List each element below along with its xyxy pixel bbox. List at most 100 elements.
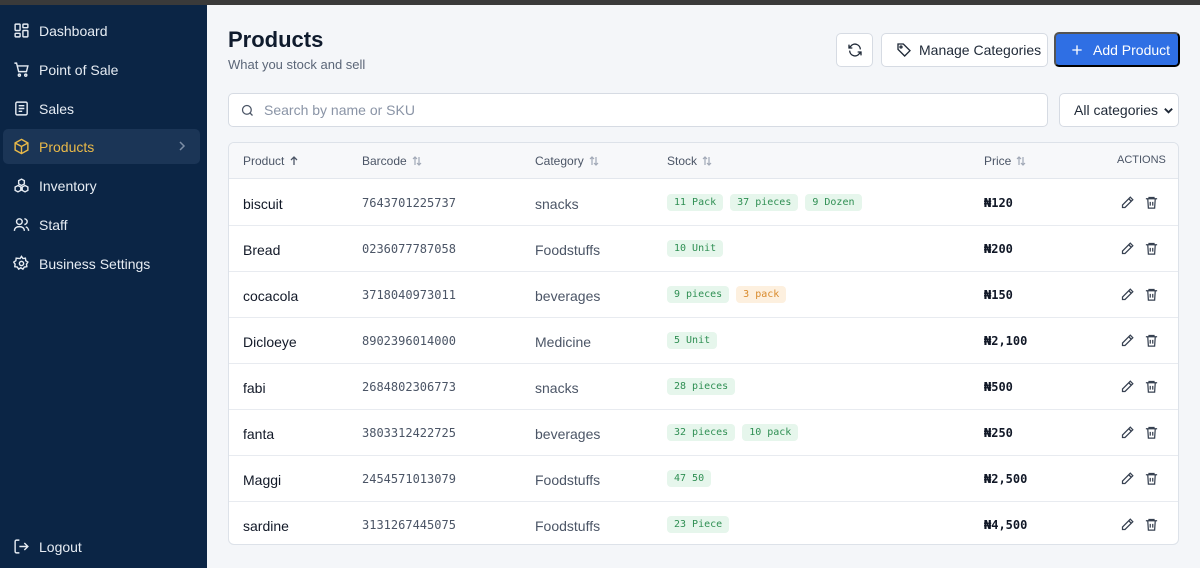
product-barcode: 8902396014000: [362, 334, 456, 348]
logout-button[interactable]: Logout: [3, 529, 200, 564]
table-row[interactable]: Dicloeye 8902396014000 Medicine 5 Unit ₦2,10…: [229, 318, 1178, 364]
product-category: beverages: [535, 426, 601, 442]
product-category: snacks: [535, 196, 579, 212]
product-name: Maggi: [243, 472, 282, 488]
sidebar-item-business-settings[interactable]: Business Settings: [3, 246, 200, 281]
sort-icon: [1016, 156, 1026, 166]
sidebar-item-label: Point of Sale: [39, 61, 119, 78]
sort-icon: [702, 156, 712, 166]
column-price-header[interactable]: Price: [984, 154, 1026, 168]
product-barcode: 2454571013079: [362, 472, 456, 486]
column-actions-header: ACTIONS: [1117, 154, 1166, 166]
product-category: Foodstuffs: [535, 472, 601, 488]
product-category: Foodstuffs: [535, 518, 601, 534]
stock-badge: 10 pack: [742, 424, 799, 441]
product-stock: 10 Unit: [667, 240, 730, 257]
table-row[interactable]: fanta 3803312422725 beverages 32 pieces 10 p…: [229, 410, 1178, 456]
table-row[interactable]: Maggi 2454571013079 Foodstuffs 47 50 ₦2,500: [229, 456, 1178, 502]
column-category-header[interactable]: Category: [535, 154, 599, 168]
stock-badge: 11 Pack: [667, 194, 724, 211]
sidebar-item-label: Sales: [39, 100, 75, 117]
edit-icon[interactable]: [1120, 425, 1135, 440]
product-price: ₦250: [984, 426, 1013, 440]
page-subtitle: What you stock and sell: [228, 57, 366, 72]
sidebar-item-point-of-sale[interactable]: Point of Sale: [3, 52, 200, 87]
product-name: fanta: [243, 426, 275, 442]
table-row[interactable]: sardine 3131267445075 Foodstuffs 23 Piece ₦4…: [229, 502, 1178, 544]
stock-badge: 10 Unit: [667, 240, 724, 257]
edit-icon[interactable]: [1120, 471, 1135, 486]
product-stock: 5 Unit: [667, 332, 724, 349]
category-filter-select[interactable]: All categories: [1059, 93, 1179, 127]
sort-icon: [589, 156, 599, 166]
stock-badge: 47 50: [667, 470, 712, 487]
product-barcode: 3803312422725: [362, 426, 456, 440]
sidebar-item-staff[interactable]: Staff: [3, 207, 200, 242]
column-stock-header[interactable]: Stock: [667, 154, 712, 168]
stock-badge: 37 pieces: [730, 194, 799, 211]
stock-badge: 28 pieces: [667, 378, 736, 395]
sidebar-item-label: Business Settings: [39, 255, 151, 272]
add-product-button[interactable]: Add Product: [1054, 32, 1180, 67]
product-barcode: 2684802306773: [362, 380, 456, 394]
delete-icon[interactable]: [1144, 379, 1159, 394]
edit-icon[interactable]: [1120, 241, 1135, 256]
stock-badge: 9 Dozen: [805, 194, 862, 211]
product-price: ₦2,500: [984, 472, 1028, 486]
refresh-icon: [847, 43, 862, 57]
plus-icon: [1072, 44, 1082, 55]
edit-icon[interactable]: [1120, 517, 1135, 532]
product-name: sardine: [243, 518, 289, 534]
delete-icon[interactable]: [1144, 195, 1159, 210]
sidebar-item-inventory[interactable]: Inventory: [3, 168, 200, 203]
delete-icon[interactable]: [1144, 425, 1159, 440]
column-product-header[interactable]: Product: [243, 154, 299, 168]
delete-icon[interactable]: [1144, 517, 1159, 532]
table-row[interactable]: fabi 2684802306773 snacks 28 pieces ₦500: [229, 364, 1178, 410]
edit-icon[interactable]: [1120, 287, 1135, 302]
tag-icon: [897, 43, 911, 57]
manage-categories-button[interactable]: Manage Categories: [881, 33, 1048, 67]
delete-icon[interactable]: [1144, 471, 1159, 486]
product-stock: 9 pieces 3 pack: [667, 286, 793, 303]
stock-badge: 3 pack: [736, 286, 787, 303]
product-name: fabi: [243, 380, 266, 396]
add-product-label: Add Product: [1093, 41, 1171, 58]
manage-categories-label: Manage Categories: [919, 42, 1042, 58]
boxes-icon: [3, 176, 39, 196]
table-row[interactable]: Bread 0236077787058 Foodstuffs 10 Unit ₦200: [229, 226, 1178, 272]
product-price: ₦200: [984, 242, 1013, 256]
product-stock: 11 Pack 37 pieces 9 Dozen: [667, 194, 869, 211]
logout-label: Logout: [39, 538, 82, 555]
delete-icon[interactable]: [1144, 241, 1159, 256]
edit-icon[interactable]: [1120, 195, 1135, 210]
table-row[interactable]: cocacola 3718040973011 beverages 9 pieces 3 …: [229, 272, 1178, 318]
delete-icon[interactable]: [1144, 333, 1159, 348]
delete-icon[interactable]: [1144, 287, 1159, 302]
product-category: snacks: [535, 380, 579, 396]
column-barcode-header[interactable]: Barcode: [362, 154, 422, 168]
sidebar-item-products[interactable]: Products: [3, 129, 200, 164]
product-name: Dicloeye: [243, 334, 297, 350]
sort-icon: [412, 156, 422, 166]
edit-icon[interactable]: [1120, 379, 1135, 394]
receipt-icon: [3, 99, 39, 119]
sidebar-item-label: Staff: [39, 216, 68, 233]
search-input[interactable]: [264, 102, 1024, 118]
table-row[interactable]: biscuit 7643701225737 snacks 11 Pack 37 piec…: [229, 180, 1178, 226]
edit-icon[interactable]: [1120, 333, 1135, 348]
product-barcode: 3131267445075: [362, 518, 456, 532]
stock-badge: 9 pieces: [667, 286, 730, 303]
product-name: cocacola: [243, 288, 299, 304]
refresh-button[interactable]: [836, 33, 873, 67]
table-header: Product Barcode Category Stock Price ACT…: [229, 143, 1178, 179]
users-icon: [3, 215, 39, 235]
product-name: Bread: [243, 242, 281, 258]
product-barcode: 7643701225737: [362, 196, 456, 210]
product-stock: 32 pieces 10 pack: [667, 424, 805, 441]
product-price: ₦2,100: [984, 334, 1028, 348]
sidebar-item-sales[interactable]: Sales: [3, 91, 200, 126]
grid-icon: [3, 21, 39, 41]
sidebar-item-dashboard[interactable]: Dashboard: [3, 13, 200, 48]
sort-ascending-icon: [290, 156, 298, 165]
